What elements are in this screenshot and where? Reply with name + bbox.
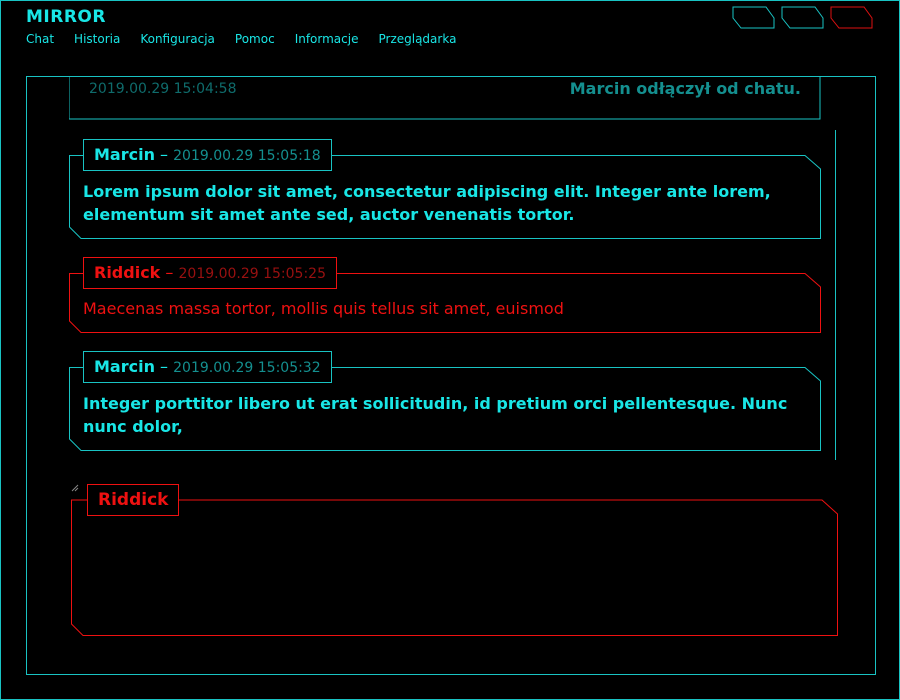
message-timestamp: 2019.00.29 15:05:18 [173, 148, 321, 164]
message-text: Maecenas massa tortor, mollis quis tellu… [83, 299, 564, 318]
menu-item-chat[interactable]: Chat [26, 32, 54, 46]
message-author: Marcin [94, 357, 155, 376]
message-timestamp: 2019.00.29 15:04:58 [89, 81, 237, 97]
app-window: MIRROR Chat Historia Konfiguracja Pomoc … [0, 0, 900, 700]
scrollbar[interactable] [835, 130, 836, 460]
message-timestamp: 2019.00.29 15:05:32 [173, 360, 321, 376]
menu-item-history[interactable]: Historia [74, 32, 120, 46]
close-button[interactable] [830, 6, 873, 29]
menu-item-browser[interactable]: Przeglądarka [378, 32, 456, 46]
message-separator: – [160, 263, 179, 282]
message-item: Marcin – 2019.00.29 15:05:18 Lorem ipsum… [69, 139, 821, 239]
menu-item-help[interactable]: Pomoc [235, 32, 275, 46]
main-menu: Chat Historia Konfiguracja Pomoc Informa… [26, 32, 476, 46]
maximize-button[interactable] [781, 6, 824, 29]
message-author: Marcin [94, 145, 155, 164]
message-partial: 2019.00.29 15:04:58 Marcin odłączył od c… [69, 77, 821, 120]
message-header: Riddick – 2019.00.29 15:05:25 [83, 257, 337, 289]
message-timestamp: 2019.00.29 15:05:25 [178, 266, 327, 282]
message-list[interactable]: 2019.00.29 15:04:58 Marcin odłączył od c… [67, 77, 837, 462]
message-separator: – [154, 145, 174, 164]
message-item: Riddick – 2019.00.29 15:05:25 Maecenas m… [69, 257, 821, 333]
minimize-button[interactable] [732, 6, 775, 29]
app-title: MIRROR [26, 7, 106, 27]
message-text: Marcin odłączył od chatu. [569, 79, 801, 98]
message-header: Marcin – 2019.00.29 15:05:18 [83, 139, 332, 171]
compose-box: Riddick [71, 484, 838, 636]
compose-author: Riddick [87, 484, 180, 516]
message-header: Marcin – 2019.00.29 15:05:32 [83, 351, 332, 383]
message-text: Lorem ipsum dolor sit amet, consectetur … [83, 182, 771, 224]
message-item: Marcin – 2019.00.29 15:05:32 Integer por… [69, 351, 821, 451]
message-input[interactable] [81, 520, 825, 624]
message-author: Riddick [94, 263, 161, 282]
menu-item-configuration[interactable]: Konfiguracja [140, 32, 215, 46]
chat-panel: 2019.00.29 15:04:58 Marcin odłączył od c… [26, 76, 876, 675]
message-text: Integer porttitor libero ut erat sollici… [83, 394, 788, 436]
message-separator: – [154, 357, 174, 376]
menu-item-information[interactable]: Informacje [295, 32, 359, 46]
resize-grip-icon[interactable] [71, 484, 79, 492]
